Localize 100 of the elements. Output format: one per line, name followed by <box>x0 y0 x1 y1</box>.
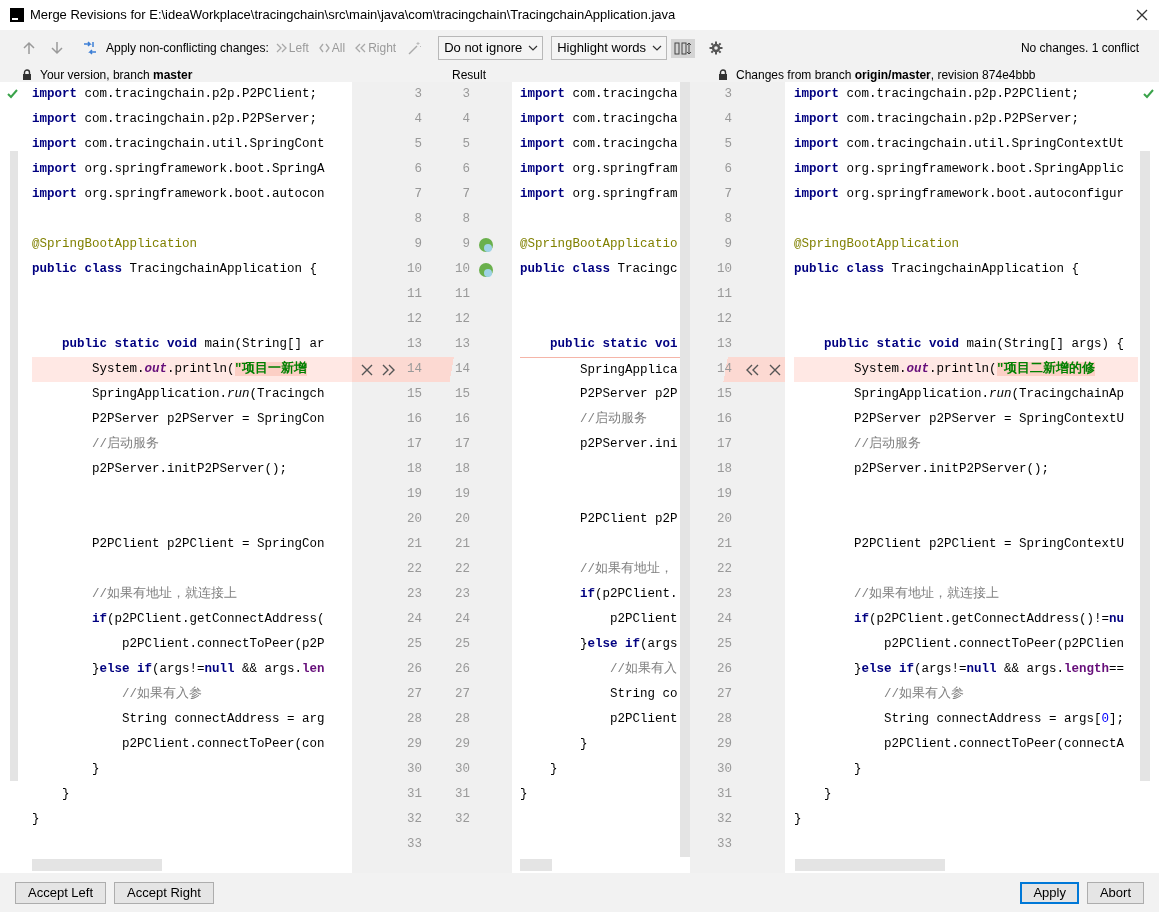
code-line: //如果有地址， <box>579 560 673 578</box>
line-number: 12 <box>454 311 470 328</box>
dialog-button[interactable]: Abort <box>1086 881 1144 904</box>
code-line: p2PClient.connectToPeer(connectA <box>883 736 1125 753</box>
line-number: 29 <box>454 736 470 753</box>
code-line: P2PServer p2PServer = SpringContextU <box>853 411 1125 428</box>
line-number: 23 <box>454 586 470 603</box>
line-number: 6 <box>461 161 470 178</box>
toolbar-label: Apply non-conflicting changes: <box>106 40 269 57</box>
close-icon[interactable] <box>360 362 374 377</box>
line-number: 28 <box>716 711 732 728</box>
caret-icon <box>652 44 663 52</box>
code-line: } <box>853 761 862 778</box>
check-icon <box>6 88 18 99</box>
double-chevron-left-icon <box>355 42 367 54</box>
scrollbar[interactable] <box>10 151 18 781</box>
line-number: 15 <box>406 386 422 403</box>
code-line: P2PClient p2PClient = SpringCon <box>91 536 325 553</box>
line-number: 4 <box>723 111 732 128</box>
double-chevron-left-icon[interactable] <box>746 362 760 377</box>
code-line: public static voi <box>549 336 678 353</box>
line-number: 14 <box>716 361 732 378</box>
dialog-button[interactable]: Apply <box>1020 881 1079 904</box>
line-number: 22 <box>716 561 732 578</box>
line-number: 28 <box>406 711 422 728</box>
code-line: p2PClient.connectToPeer(p2P <box>121 636 325 653</box>
code-line: p2PClient.connectToPeer(con <box>121 736 325 753</box>
line-number: 31 <box>454 786 470 803</box>
code-line: if(p2PClient.getConnectAddress( <box>91 611 325 628</box>
line-number: 3 <box>461 86 470 103</box>
code-line: import com.tracingchain.util.SpringContextUt <box>794 136 1125 153</box>
scrollbar[interactable] <box>680 82 690 857</box>
line-number: 31 <box>406 786 422 803</box>
line-number: 18 <box>406 461 422 478</box>
bean-icon[interactable] <box>478 236 494 253</box>
double-chevron-right-icon[interactable] <box>382 362 396 377</box>
wand-icon[interactable] <box>407 40 423 56</box>
line-number: 21 <box>716 536 732 553</box>
code-line: import com.tracingchain.p2p.P2PServer; <box>794 111 1080 128</box>
code-line: //启动服务 <box>853 435 921 453</box>
line-number: 9 <box>461 236 470 253</box>
code-line: if(p2PClient.getConnectAddress()!=nu <box>853 611 1125 628</box>
code-line: public class TracingchainApplication { <box>794 261 1080 278</box>
line-number: 32 <box>406 811 422 828</box>
line-number: 16 <box>406 411 422 428</box>
code-line: } <box>32 811 40 828</box>
line-number: 26 <box>716 661 732 678</box>
arrows-icon[interactable] <box>82 40 98 56</box>
code-line: p2PClient. <box>609 711 680 728</box>
line-number: 30 <box>454 761 470 778</box>
line-number: 11 <box>454 286 470 303</box>
line-number: 14 <box>406 361 422 378</box>
code-line: //如果有地址，就连接上 <box>853 585 999 603</box>
line-number: 18 <box>716 461 732 478</box>
line-number: 24 <box>454 611 470 628</box>
scrollbar-thumb[interactable] <box>32 859 162 871</box>
line-number: 20 <box>716 511 732 528</box>
code-line: if(p2PClient. <box>579 586 678 603</box>
arrow-down-icon[interactable] <box>50 41 64 55</box>
line-number: 27 <box>716 686 732 703</box>
double-chevron-icon <box>318 42 330 54</box>
code-line: import com.tracingcha <box>520 136 678 153</box>
code-line: System.out.println("项目一新增 <box>91 360 308 378</box>
line-number: 33 <box>716 836 732 853</box>
close-icon[interactable] <box>768 362 782 377</box>
dialog-button[interactable]: Accept Right <box>114 881 214 904</box>
line-number: 16 <box>454 411 470 428</box>
code-line: P2PClient p2P <box>579 511 678 528</box>
line-number: 30 <box>406 761 422 778</box>
line-number: 16 <box>716 411 732 428</box>
dropdown[interactable]: Highlight words <box>551 36 668 60</box>
line-number: 22 <box>454 561 470 578</box>
code-line: } <box>794 811 802 828</box>
code-line: }else if(args <box>579 636 678 653</box>
close-icon[interactable] <box>1135 8 1149 22</box>
bean-icon[interactable] <box>478 261 494 278</box>
dialog-button[interactable]: Accept Left <box>15 881 107 904</box>
code-line: //如果有入参 <box>883 685 965 703</box>
columns-toggle[interactable] <box>671 38 696 58</box>
line-number: 3 <box>723 86 732 103</box>
code-line: import org.springframework.boot.SpringA <box>32 161 325 178</box>
scrollbar-thumb[interactable] <box>520 859 552 871</box>
line-number: 4 <box>461 111 470 128</box>
settings-icon[interactable] <box>709 41 724 55</box>
code-line: String connectAddress = arg <box>121 711 325 728</box>
line-number: 31 <box>716 786 732 803</box>
scrollbar-thumb[interactable] <box>795 859 945 871</box>
line-number: 12 <box>716 311 732 328</box>
line-number: 25 <box>716 636 732 653</box>
arrow-up-icon[interactable] <box>22 41 36 55</box>
code-line: import org.springframework.boot.autoconfigur <box>794 186 1125 203</box>
code-line: } <box>61 786 70 803</box>
line-number: 8 <box>723 211 732 228</box>
dropdown[interactable]: Do not ignore <box>438 36 544 60</box>
scrollbar[interactable] <box>1139 151 1150 781</box>
line-number: 20 <box>454 511 470 528</box>
code-line: import com.tracingcha <box>520 86 678 103</box>
code-line: P2PServer p2P <box>579 386 678 403</box>
code-line: p2PServer.ini <box>579 436 678 453</box>
line-number: 29 <box>406 736 422 753</box>
